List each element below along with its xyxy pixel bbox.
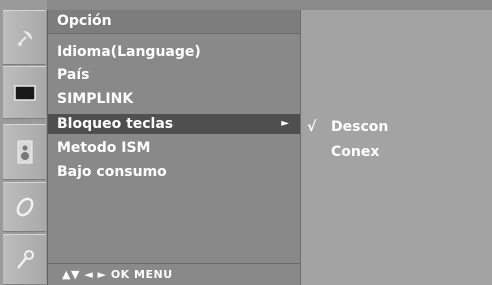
lock-key-icon — [16, 249, 34, 269]
submenu-option-conex[interactable]: Conex — [301, 142, 492, 162]
option-disc-icon — [16, 197, 33, 217]
menu-item-pais[interactable]: País — [48, 65, 301, 85]
checkmark-icon: √ — [307, 119, 317, 135]
screen-icon — [13, 84, 36, 101]
icon-tile-screen[interactable] — [3, 66, 46, 119]
menu-title: Opción — [48, 10, 301, 34]
icon-tile-lock[interactable] — [3, 234, 46, 285]
menu-item-metodo-ism[interactable]: Metodo ISM — [48, 138, 301, 158]
icon-tile-satellite[interactable] — [3, 10, 46, 65]
submenu-arrow-icon: ► — [281, 118, 289, 129]
menu-item-label: Metodo ISM — [57, 140, 151, 156]
menu-item-simplink[interactable]: SIMPLINK — [48, 89, 301, 109]
speaker-icon — [17, 140, 32, 164]
menu-item-idioma[interactable]: Idioma(Language) — [48, 42, 301, 62]
bloqueo-teclas-submenu: √ Descon Conex — [300, 10, 492, 285]
navigation-hint-bar: ▲▼ ◄ ► OK MENU — [48, 263, 301, 285]
category-icon-bar — [0, 0, 47, 285]
menu-item-label: Bajo consumo — [57, 164, 167, 180]
menu-item-label: País — [57, 67, 90, 83]
satellite-dish-icon — [16, 30, 32, 46]
submenu-option-label: Descon — [331, 119, 389, 135]
menu-item-label: SIMPLINK — [57, 91, 134, 107]
icon-tile-audio[interactable] — [3, 124, 46, 180]
menu-item-label: Bloqueo teclas — [57, 116, 174, 132]
menu-item-label: Idioma(Language) — [57, 44, 201, 60]
menu-item-bajo-consumo[interactable]: Bajo consumo — [48, 162, 301, 182]
icon-tile-option[interactable] — [3, 182, 46, 232]
option-menu: Opción Idioma(Language) País SIMPLINK Bl… — [47, 10, 301, 285]
submenu-option-label: Conex — [331, 144, 380, 160]
submenu-option-descon[interactable]: √ Descon — [301, 117, 492, 137]
menu-item-bloqueo-teclas[interactable]: Bloqueo teclas ► — [48, 114, 301, 134]
